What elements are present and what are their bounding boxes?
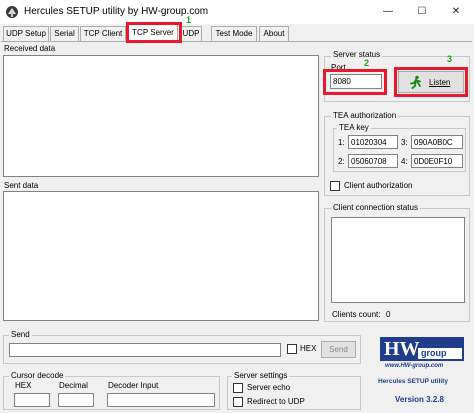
- highlight-tcp-server-tab: [126, 22, 182, 43]
- tea-key-2-input[interactable]: 05060708: [348, 154, 398, 168]
- send-hex-label: HEX: [300, 344, 317, 353]
- tab-serial[interactable]: Serial: [50, 26, 79, 41]
- received-data-area[interactable]: [3, 55, 319, 177]
- version-label: Version: [395, 395, 424, 404]
- hw-brand-text: HW: [384, 338, 420, 360]
- client-authorization-checkbox[interactable]: [330, 181, 340, 191]
- tea-key-4-input[interactable]: 0D0E0F10: [411, 154, 463, 168]
- tea-key-3-input[interactable]: 090A0B0C: [411, 135, 463, 149]
- hw-group-logo[interactable]: HW group www.HW-group.com Hercules SETUP…: [375, 334, 469, 410]
- marker-3: 3: [447, 54, 453, 64]
- group-brand-text: group: [421, 348, 447, 358]
- server-echo-checkbox[interactable]: [233, 383, 243, 393]
- server-settings-title: Server settings: [232, 371, 290, 381]
- cursor-decimal-label: Decimal: [59, 381, 88, 390]
- version-value: 3.2.8: [426, 395, 444, 404]
- tab-test-mode[interactable]: Test Mode: [211, 26, 257, 41]
- cursor-hex-label: HEX: [15, 381, 32, 390]
- clients-count-value: 0: [386, 310, 391, 319]
- highlight-port: [323, 69, 387, 95]
- redirect-to-udp-checkbox[interactable]: [233, 397, 243, 407]
- tab-tcp-client[interactable]: TCP Client: [80, 26, 126, 41]
- window-title: Hercules SETUP utility by HW-group.com: [24, 6, 209, 17]
- version-line: Version 3.2.8: [395, 395, 444, 404]
- maximize-icon[interactable]: ☐: [412, 2, 432, 22]
- client-list[interactable]: [331, 217, 465, 303]
- tab-udp[interactable]: UDP: [180, 26, 202, 41]
- tea-key-2-index: 2:: [338, 157, 345, 166]
- sent-data-label: Sent data: [4, 181, 39, 190]
- tab-udp-setup[interactable]: UDP Setup: [3, 26, 49, 41]
- tea-key-3-index: 3:: [401, 138, 408, 147]
- tab-about[interactable]: About: [259, 26, 289, 41]
- cursor-decode-title: Cursor decode: [9, 371, 66, 381]
- decoder-input-label: Decoder Input: [108, 381, 159, 390]
- send-input[interactable]: [9, 343, 281, 357]
- send-button[interactable]: Send: [321, 341, 356, 358]
- close-icon[interactable]: ✕: [446, 2, 466, 22]
- tea-key-4-index: 4:: [401, 157, 408, 166]
- marker-2: 2: [364, 58, 370, 68]
- client-authorization-label: Client authorization: [344, 181, 413, 190]
- cursor-decimal-field[interactable]: [58, 393, 94, 407]
- tea-key-title: TEA key: [337, 123, 371, 133]
- send-title: Send: [9, 330, 32, 340]
- hw-group-url: www.HW-group.com: [385, 363, 444, 369]
- sent-data-area[interactable]: [3, 191, 319, 321]
- send-hex-checkbox[interactable]: [287, 344, 297, 354]
- highlight-listen: [394, 67, 468, 97]
- client-connection-title: Client connection status: [331, 203, 420, 213]
- cursor-hex-field[interactable]: [14, 393, 50, 407]
- redirect-to-udp-label: Redirect to UDP: [247, 397, 305, 406]
- tea-key-1-index: 1:: [338, 138, 345, 147]
- tea-key-1-input[interactable]: 01020304: [348, 135, 398, 149]
- decoder-input-field[interactable]: [107, 393, 215, 407]
- server-echo-label: Server echo: [247, 383, 291, 392]
- marker-1: 1: [186, 15, 192, 25]
- tea-authorization-title: TEA authorization: [331, 111, 399, 121]
- hercules-app-icon: [5, 5, 19, 19]
- product-name: Hercules SETUP utility: [378, 378, 448, 385]
- clients-count-label: Clients count:: [332, 310, 381, 319]
- server-status-title: Server status: [331, 50, 383, 60]
- minimize-icon[interactable]: —: [378, 2, 398, 22]
- tab-baseline: [1, 41, 472, 42]
- received-data-label: Received data: [4, 44, 56, 53]
